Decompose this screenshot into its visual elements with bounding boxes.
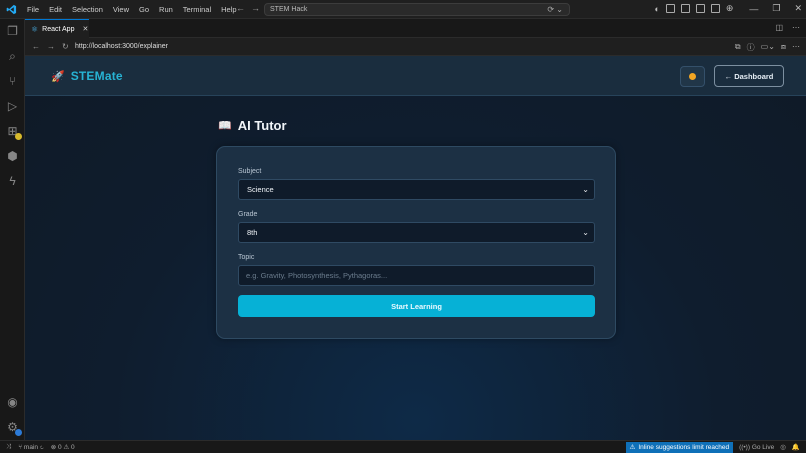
tab-react-app[interactable]: ⚛ React App ✕ — [25, 19, 89, 38]
go-live-button[interactable]: ((•)) Go Live — [739, 444, 774, 451]
editor-actions: ◫ ⋯ — [775, 23, 800, 32]
title-bar-controls: ◐ ⊕ — ❐ ✕ — [654, 3, 802, 14]
extensions-badge — [15, 133, 22, 140]
vscode-logo-icon — [0, 4, 22, 15]
extensions-icon[interactable]: ⊞ — [6, 125, 22, 140]
browser-forward-icon[interactable]: → — [47, 42, 55, 51]
menu-view[interactable]: View — [108, 0, 134, 19]
split-editor-icon[interactable]: ◫ — [775, 23, 783, 32]
browser-more-icon[interactable]: ⋯ — [792, 42, 800, 53]
problems-indicator[interactable]: ⊗ 0 ⚠ 0 — [51, 443, 75, 451]
subject-label: Subject — [238, 168, 262, 175]
status-bar-left: ⤨ ⑂ main ↻ ⊗ 0 ⚠ 0 — [6, 443, 75, 451]
tab-label: React App — [42, 25, 75, 33]
rocket-icon: 🚀 — [51, 70, 65, 83]
run-debug-icon[interactable]: ▷ — [6, 100, 19, 113]
globe-icon[interactable]: ⊕ — [726, 3, 734, 14]
title-bar: File Edit Selection View Go Run Terminal… — [0, 0, 806, 19]
account-icon[interactable]: ◉ — [6, 396, 19, 409]
toggle-secondary-sidebar-icon[interactable] — [695, 4, 705, 13]
toggle-panel-icon[interactable] — [680, 4, 690, 13]
inline-limit-text: Inline suggestions limit reached — [638, 443, 730, 451]
status-bar-right: ⚠ Inline suggestions limit reached ((•))… — [625, 441, 800, 453]
python-icon[interactable]: ⬢ — [6, 150, 19, 163]
restore-icon[interactable]: ❐ — [772, 3, 780, 14]
brand-name: STEMate — [70, 69, 123, 83]
subject-value: Science — [247, 185, 274, 194]
simple-browser-bar: ← → ↻ http://localhost:3000/explainer ⧉ … — [25, 38, 806, 56]
subject-select[interactable]: Science ⌄ — [238, 179, 595, 200]
status-bar: ⤨ ⑂ main ↻ ⊗ 0 ⚠ 0 ⚠ Inline suggestions … — [0, 440, 806, 453]
chevron-down-icon: ⌄ — [582, 185, 589, 194]
grade-label: Grade — [238, 211, 258, 218]
browser-actions: ⧉ ⓘ ▭⌄ ⧈ ⋯ — [735, 42, 800, 53]
dashboard-button[interactable]: ← Dashboard — [714, 65, 784, 87]
menu-run[interactable]: Run — [154, 0, 178, 19]
command-center[interactable]: STEM Hack ⟳ ⌄ — [264, 3, 570, 16]
minimize-icon[interactable]: — — [749, 4, 758, 14]
react-icon: ⚛ — [31, 24, 39, 34]
settings-badge — [15, 429, 22, 436]
tutor-form-card: Subject Science ⌄ Grade 8th ⌄ Topic e.g.… — [216, 146, 616, 339]
grade-value: 8th — [247, 228, 258, 237]
page-heading: 📖 AI Tutor — [218, 118, 287, 133]
source-control-icon[interactable]: ⑂ — [6, 75, 19, 88]
activity-bar: ❐ ⌕ ⑂ ▷ ⊞ ⬢ ϟ ◉ ⚙ — [0, 19, 25, 440]
menu-bar: File Edit Selection View Go Run Terminal… — [22, 0, 242, 19]
browser-reload-icon[interactable]: ↻ — [62, 42, 69, 51]
branch-indicator[interactable]: ⑂ main ↻ — [18, 444, 44, 451]
menu-go[interactable]: Go — [134, 0, 154, 19]
theme-toggle-button[interactable] — [680, 66, 705, 87]
editor-tab-bar: ⚛ React App ✕ ◫ ⋯ — [25, 19, 806, 38]
copilot-attach-icon[interactable]: ⧉ — [735, 42, 741, 53]
window-close-icon[interactable]: ✕ — [794, 3, 802, 14]
menu-edit[interactable]: Edit — [44, 0, 67, 19]
search-icon[interactable]: ⌕ — [6, 50, 19, 63]
grade-select[interactable]: 8th ⌄ — [238, 222, 595, 243]
remote-icon[interactable]: ⤨ — [6, 443, 11, 451]
notifications-bell-icon[interactable]: 🔔 — [792, 443, 800, 451]
inline-suggestions-badge[interactable]: ⚠ Inline suggestions limit reached — [625, 441, 734, 453]
sun-icon — [689, 73, 696, 80]
copilot-status-icon[interactable]: ◎ — [780, 443, 786, 451]
app-header: 🚀 STEMate ← Dashboard — [25, 56, 806, 96]
url-bar[interactable]: http://localhost:3000/explainer — [72, 40, 742, 54]
menu-file[interactable]: File — [22, 0, 44, 19]
copilot-chevron-icon[interactable]: ⟳ ⌄ — [547, 5, 563, 14]
topic-label: Topic — [238, 254, 255, 261]
toggle-sidebar-icon[interactable] — [665, 4, 675, 13]
explorer-icon[interactable]: ❐ — [6, 25, 19, 38]
book-icon: 📖 — [218, 120, 232, 132]
close-tab-icon[interactable]: ✕ — [82, 25, 88, 33]
command-center-label: STEM Hack — [270, 6, 308, 13]
history-nav: ← → — [236, 3, 260, 13]
chevron-down-icon: ⌄ — [582, 228, 589, 237]
copilot-warning-icon: ⚠ — [629, 443, 636, 451]
start-learning-button[interactable]: Start Learning — [238, 295, 595, 317]
brand-logo[interactable]: 🚀 STEMate — [51, 69, 123, 83]
settings-gear-icon[interactable]: ⚙ — [6, 421, 22, 436]
copilot-icon[interactable]: ◐ — [654, 4, 659, 14]
page-title: AI Tutor — [237, 118, 287, 133]
customize-layout-icon[interactable] — [710, 4, 720, 13]
back-arrow-icon[interactable]: ← — [236, 3, 245, 13]
app-page: 🚀 STEMate ← Dashboard 📖 AI Tutor Subject… — [25, 56, 806, 440]
devtools-icon[interactable]: ⧈ — [781, 42, 786, 53]
branch-name: main — [23, 443, 39, 451]
topic-input[interactable]: e.g. Gravity, Photosynthesis, Pythagoras… — [238, 265, 595, 286]
forward-arrow-icon[interactable]: → — [251, 3, 260, 13]
browser-nav: ← → ↻ — [25, 42, 69, 51]
info-icon[interactable]: ⓘ — [747, 42, 755, 53]
menu-terminal[interactable]: Terminal — [178, 0, 216, 19]
go-live-label: Go Live — [751, 443, 775, 451]
more-actions-icon[interactable]: ⋯ — [792, 23, 800, 32]
open-external-icon[interactable]: ▭⌄ — [761, 42, 775, 53]
browser-back-icon[interactable]: ← — [32, 42, 40, 51]
menu-selection[interactable]: Selection — [67, 0, 108, 19]
lightning-icon[interactable]: ϟ — [6, 175, 19, 188]
